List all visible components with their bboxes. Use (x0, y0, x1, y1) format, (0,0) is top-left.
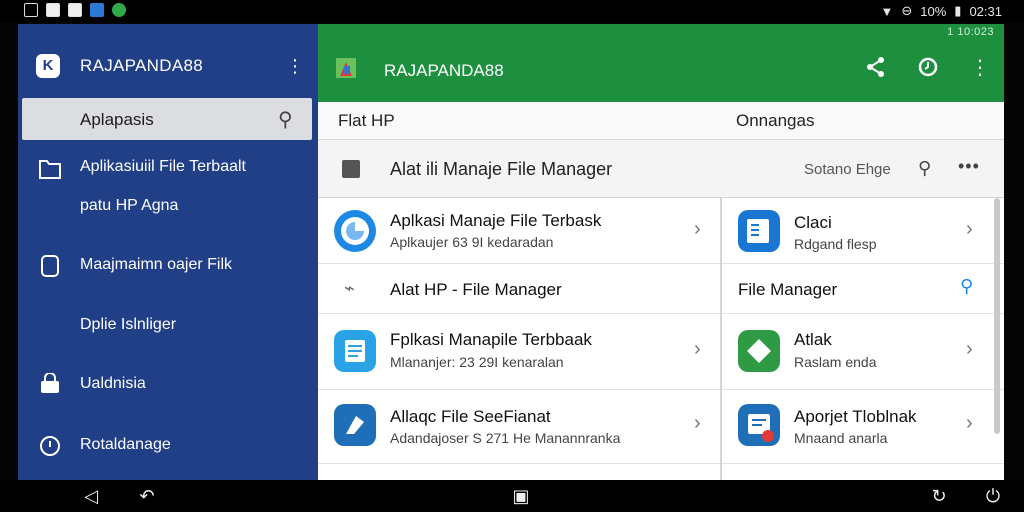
app-title: RAJAPANDA88 (384, 61, 504, 80)
drawer-item-label: Ualdnisia (80, 375, 146, 392)
tools-app-icon (334, 404, 376, 446)
list-item[interactable]: Allaqc File SeeFianat Adandajoser S 271 … (318, 390, 720, 464)
status-bar: ▼ ⊖ 10% ▮ 02:31 (0, 0, 1024, 22)
list-item[interactable]: Aplkasi Manaje File Terbask Aplkaujer 63… (318, 198, 720, 264)
chat-icon (112, 3, 126, 17)
list-item-subtitle: Mlananjer: 23 29I kenaralan (390, 354, 564, 370)
drawer-title: RAJAPANDA88 (80, 56, 203, 75)
chevron-right-icon: › (966, 218, 973, 240)
folder-icon (38, 158, 62, 182)
app-logo-icon: K (36, 54, 60, 78)
right-list: Claci Rdgand flesp › File Manager ⚲ Atla… (722, 198, 1004, 480)
chevron-right-icon: › (966, 338, 973, 360)
chevron-right-icon: › (694, 412, 701, 434)
drawer-item-sublabel: patu HP Agna (80, 197, 179, 214)
message-icon (68, 3, 82, 17)
app-bar-indicator: 1 10:023 (947, 26, 994, 38)
screen: ▼ ⊖ 10% ▮ 02:31 K RAJAPANDA88 ⋮ Aplapasi… (0, 0, 1024, 512)
drawer-header: K RAJAPANDA88 ⋮ (18, 24, 318, 96)
photo-icon (90, 3, 104, 17)
battery-icon: ▮ (954, 3, 962, 18)
drawer-item-settings[interactable]: Dplie Islnliger (18, 312, 318, 346)
list-item-title: Claci (794, 213, 832, 232)
list-item-subtitle: Rdgand flesp (794, 236, 877, 252)
lock-icon (38, 372, 62, 397)
list-item[interactable]: Claci Rdgand flesp › (722, 198, 1004, 264)
tab-onnangas[interactable]: Onnangas (736, 111, 814, 131)
chevron-right-icon: › (966, 412, 973, 434)
navigation-drawer: K RAJAPANDA88 ⋮ Aplapasis ⚲ Aplikasiuiil… (18, 24, 318, 480)
notes-app-icon (738, 210, 780, 252)
more-options-icon[interactable]: ⋮ (968, 56, 992, 80)
list-item[interactable]: Fplkasi Manapile Terbbaak Mlananjer: 23 … (318, 314, 720, 390)
do-not-disturb-icon: ⊖ (901, 3, 913, 18)
search-icon[interactable]: ⚲ (278, 107, 293, 132)
clock-icon (38, 434, 62, 458)
list-item[interactable]: Aporjet Tloblnak Mnaand anarla › (722, 390, 1004, 464)
app-bar: 1 10:023 RAJAPANDA88 ⋮ (318, 24, 1004, 102)
history-icon[interactable] (916, 56, 940, 80)
list-item[interactable]: Atlak Raslam enda › (722, 314, 1004, 390)
document-app-icon (334, 330, 376, 372)
wifi-icon: ▼ (880, 3, 894, 19)
recents-icon[interactable]: ▣ (510, 486, 532, 506)
drawer-item-label: Aplapasis (80, 110, 154, 129)
app-notification-icon (46, 3, 60, 17)
list-item-title: Atlak (794, 330, 832, 349)
rotate-icon[interactable]: ↻ (928, 486, 950, 506)
phone-icon (38, 254, 62, 278)
share-icon[interactable] (864, 56, 888, 80)
list-item-title: Alat HP - File Manager (390, 280, 562, 299)
list-header: Alat ili Manaje File Manager Sotano Ehge… (318, 140, 1004, 198)
list-item-title: Aporjet Tloblnak (794, 407, 917, 426)
list-item-subtitle: Adandajoser S 271 He Manannranka (390, 430, 621, 446)
list-item-subtitle: Aplkaujer 63 9I kedaradan (390, 234, 554, 250)
list-item-title: File Manager (738, 280, 838, 299)
drawer-item-active[interactable]: Aplapasis ⚲ (22, 98, 312, 140)
drawer-item-files[interactable]: Aplikasiuiil File Terbaalt patu HP Agna (18, 154, 318, 218)
more-horizontal-icon[interactable]: ••• (958, 156, 980, 177)
grid-icon (342, 160, 360, 178)
battery-percent: 10% (920, 3, 947, 19)
tab-bar: Flat HP Onnangas (318, 102, 1004, 140)
list-item-subtitle: Mnaand anarla (794, 430, 888, 446)
scrollbar[interactable] (994, 198, 1000, 434)
chevron-right-icon: › (694, 338, 701, 360)
tab-flat-hp[interactable]: Flat HP (338, 111, 395, 131)
chevron-right-icon: › (694, 218, 701, 240)
drawer-item-label: Maajmaimn oajer Filk (80, 256, 233, 273)
status-time: 02:31 (969, 3, 1002, 19)
status-icons-right: ▼ ⊖ 10% ▮ 02:31 (880, 3, 1002, 19)
file-app-icon (738, 330, 780, 372)
list-header-title: Alat ili Manaje File Manager (390, 159, 613, 179)
notification-icon (24, 3, 38, 17)
system-nav-bar: ◁ ↶ ▣ ↻ ⏻ (0, 480, 1024, 512)
list-item-title: Aplkasi Manaje File Terbask (390, 211, 602, 230)
list-item-subtitle: Raslam enda (794, 354, 877, 370)
power-icon[interactable]: ⏻ (982, 486, 1004, 506)
search-icon[interactable]: ⚲ (918, 158, 931, 179)
app-icon (336, 56, 358, 80)
search-icon[interactable]: ⚲ (960, 276, 973, 297)
list-item-title: Fplkasi Manapile Terbbaak (390, 330, 592, 349)
list-item[interactable]: ⌁ Alat HP - File Manager (318, 264, 720, 314)
list-item[interactable]: File Manager ⚲ (722, 264, 1004, 314)
drawer-item-manager[interactable]: Maajmaimn oajer Filk (18, 252, 318, 286)
back-icon[interactable]: ◁ (80, 486, 102, 506)
file-manager-app-icon (334, 210, 376, 252)
drawer-item-storage[interactable]: Rotaldanage (18, 432, 318, 466)
status-icons-left (24, 3, 126, 17)
report-app-icon (738, 404, 780, 446)
undo-icon[interactable]: ↶ (136, 486, 158, 506)
drawer-item-label: Rotaldanage (80, 436, 171, 453)
overflow-menu-icon[interactable]: ⋮ (286, 54, 304, 78)
drawer-item-label: Aplikasiuiil File Terbaalt (80, 158, 246, 175)
left-list: Aplkasi Manaje File Terbask Aplkaujer 63… (318, 198, 722, 480)
drawer-item-security[interactable]: Ualdnisia (18, 371, 318, 405)
list-item-title: Allaqc File SeeFianat (390, 407, 551, 426)
sort-label[interactable]: Sotano Ehge (804, 161, 891, 178)
drawer-item-label: Dplie Islnliger (80, 316, 177, 333)
tool-icon: ⌁ (344, 278, 355, 298)
